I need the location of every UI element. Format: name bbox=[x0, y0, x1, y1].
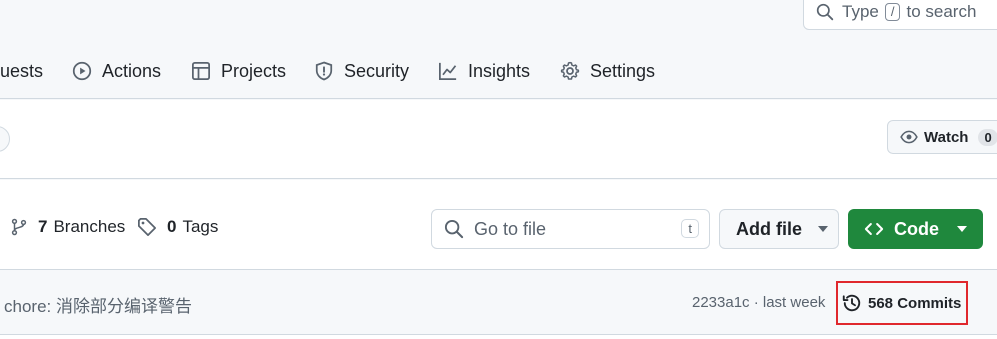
tab-label: Actions bbox=[102, 60, 162, 81]
tab-actions[interactable]: Actions bbox=[72, 58, 161, 84]
search-icon bbox=[816, 3, 834, 21]
commits-count-label: 568 Commits bbox=[868, 294, 962, 312]
chevron-down-icon bbox=[957, 226, 967, 232]
tab-pull-requests[interactable]: uests bbox=[0, 58, 43, 84]
tab-label: uests bbox=[0, 60, 44, 81]
repo-content: 7 Branches 0 Tags Go to file t Add file … bbox=[0, 180, 997, 339]
tab-label: Insights bbox=[468, 60, 531, 81]
tab-settings[interactable]: Settings bbox=[560, 58, 655, 84]
tags-label: Tags bbox=[182, 217, 219, 236]
commits-link[interactable]: 568 Commits bbox=[836, 281, 968, 325]
play-icon bbox=[72, 61, 92, 81]
tab-security[interactable]: Security bbox=[314, 58, 409, 84]
tab-label: Security bbox=[344, 60, 410, 81]
search-suffix: to search bbox=[906, 2, 977, 21]
eye-icon bbox=[900, 130, 918, 144]
tab-label: Projects bbox=[221, 60, 287, 81]
table-icon bbox=[192, 62, 210, 80]
top-bar: Type / to search bbox=[0, 0, 997, 44]
commit-meta[interactable]: 2233a1c · last week bbox=[692, 294, 825, 311]
graph-icon bbox=[439, 62, 457, 80]
tags-link[interactable]: 0 Tags bbox=[137, 217, 218, 237]
tag-icon bbox=[138, 218, 156, 236]
code-icon bbox=[864, 223, 884, 235]
search-prefix: Type bbox=[842, 2, 879, 21]
code-label: Code bbox=[894, 218, 939, 239]
history-icon bbox=[842, 294, 861, 312]
watch-label: Watch bbox=[924, 128, 969, 146]
go-to-file-shortcut: t bbox=[681, 219, 699, 238]
search-shortcut-key: / bbox=[884, 3, 901, 21]
repo-nav-tabs: uests Actions Projects Security Insights… bbox=[0, 44, 997, 99]
commit-message[interactable]: chore: 消除部分编译警告 bbox=[4, 292, 192, 317]
avatar bbox=[0, 126, 10, 152]
watch-button[interactable]: Watch 0 bbox=[887, 120, 997, 154]
tab-label: Settings bbox=[590, 60, 656, 81]
branches-label: Branches bbox=[53, 217, 126, 236]
code-button[interactable]: Code bbox=[848, 209, 983, 249]
watch-count: 0 bbox=[978, 128, 997, 146]
repo-header: Watch 0 bbox=[0, 100, 997, 179]
go-to-file-placeholder: Go to file bbox=[474, 218, 547, 239]
add-file-button[interactable]: Add file bbox=[719, 209, 839, 249]
shield-icon bbox=[315, 61, 333, 81]
branches-link[interactable]: 7 Branches bbox=[10, 217, 125, 237]
go-to-file-input[interactable]: Go to file t bbox=[431, 209, 710, 249]
chevron-down-icon bbox=[818, 226, 828, 232]
latest-commit-bar: chore: 消除部分编译警告 2233a1c · last week 568 … bbox=[0, 269, 997, 335]
branches-count: 7 bbox=[38, 217, 48, 236]
global-search[interactable]: Type / to search bbox=[803, 0, 997, 30]
search-icon bbox=[444, 219, 464, 239]
git-branch-icon bbox=[11, 218, 27, 236]
gear-icon bbox=[560, 61, 580, 80]
tab-insights[interactable]: Insights bbox=[438, 58, 530, 84]
add-file-label: Add file bbox=[736, 218, 802, 239]
tags-count: 0 bbox=[167, 217, 177, 236]
tab-projects[interactable]: Projects bbox=[191, 58, 286, 84]
